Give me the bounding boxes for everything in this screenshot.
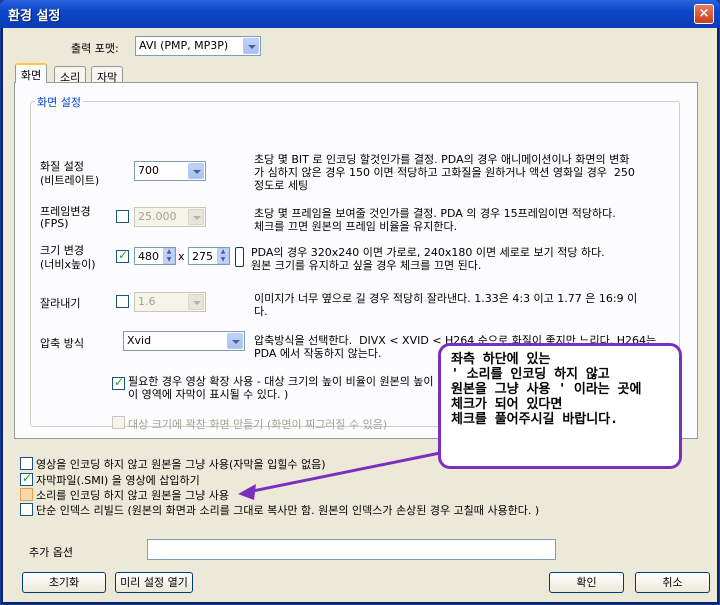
tab-screen[interactable]: 화면 [15, 63, 48, 83]
arrow-head [238, 484, 256, 500]
arrow-line [247, 451, 441, 494]
annotation-arrow [238, 451, 441, 500]
